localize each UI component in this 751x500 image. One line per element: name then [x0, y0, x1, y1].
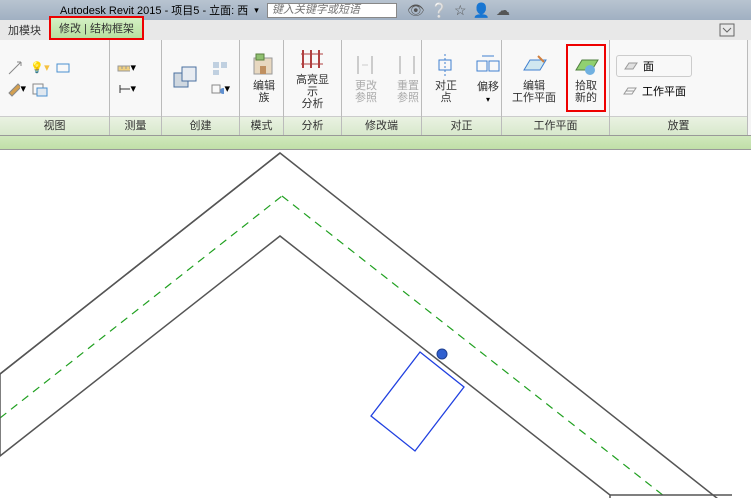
change-param-label: 更改 参照	[355, 80, 377, 104]
panel-label-view: 视图	[0, 116, 109, 135]
panel-label-mode: 模式	[240, 116, 283, 135]
reset-param-button: 重置 参照	[390, 50, 426, 106]
drawing-canvas[interactable]	[0, 150, 751, 498]
help-icons: 👁 ❔ ☆ 👤 ☁	[407, 2, 510, 19]
create-similar-icon[interactable]: ▾	[210, 80, 230, 98]
panel-label-place: 放置	[610, 116, 747, 135]
offset-button[interactable]: 偏移 ▾	[470, 51, 506, 106]
tab-add-module[interactable]: 加模块	[0, 20, 49, 40]
panel-label-measure: 测量	[110, 116, 161, 135]
edit-workplane-icon	[520, 52, 548, 78]
edit-family-icon	[250, 52, 278, 78]
align-point-label: 对正 点	[435, 80, 457, 104]
offset-icon	[474, 53, 502, 79]
panel-label-analyze: 分析	[284, 116, 341, 135]
offset-label: 偏移	[477, 81, 499, 93]
panel-label-create: 创建	[162, 116, 239, 135]
workplane-place-button[interactable]: 工作平面	[616, 81, 692, 101]
panel-place: 面 工作平面 放置	[610, 40, 748, 135]
panel-create: ▾ 创建	[162, 40, 240, 135]
workplane-place-icon	[622, 84, 638, 98]
panel-mode: 编辑 族 模式	[240, 40, 284, 135]
face-icon	[623, 59, 639, 73]
lightbulb-icon[interactable]: 💡▾	[30, 59, 50, 77]
highlight-analyze-button[interactable]: 高亮显示 分析	[290, 44, 335, 112]
face-label: 面	[643, 58, 654, 74]
change-param-button: 更改 参照	[348, 50, 384, 106]
highlight-analyze-label: 高亮显示 分析	[294, 74, 331, 110]
filter-icon[interactable]	[30, 80, 50, 98]
face-button[interactable]: 面	[616, 55, 692, 77]
pick-new-icon	[572, 52, 600, 78]
align-point-icon	[432, 52, 460, 78]
panel-align: 对正 点 偏移 ▾ 对正	[422, 40, 502, 135]
panel-label-modify-end: 修改端	[342, 116, 421, 135]
favorite-icon[interactable]: ☆	[454, 2, 467, 19]
panel-analyze: 高亮显示 分析 分析	[284, 40, 342, 135]
panel-label-align: 对正	[422, 116, 501, 135]
edit-workplane-label: 编辑 工作平面	[512, 80, 556, 104]
panel-modify-end: 更改 参照 重置 参照 修改端	[342, 40, 422, 135]
measure-ruler-icon[interactable]: ▾	[116, 59, 136, 77]
panel-workplane: 编辑 工作平面 拾取 新的 工作平面	[502, 40, 610, 135]
highlight-analyze-icon	[299, 46, 327, 72]
reset-param-label: 重置 参照	[397, 80, 419, 104]
modify-icon[interactable]	[6, 59, 26, 77]
user-icon[interactable]: 👤	[473, 2, 490, 19]
create-group-icon[interactable]	[210, 59, 230, 77]
tab-bar: 加模块 修改 | 结构框架	[0, 20, 751, 40]
paint-icon[interactable]: ▾	[6, 80, 26, 98]
title-dropdown-icon[interactable]: ▾	[254, 5, 259, 16]
cut-icon[interactable]	[54, 59, 74, 77]
drawing-svg	[0, 150, 751, 498]
change-param-icon	[352, 52, 380, 78]
reset-param-icon	[394, 52, 422, 78]
edit-workplane-button[interactable]: 编辑 工作平面	[508, 50, 560, 106]
dimension-icon[interactable]: ▾	[116, 80, 136, 98]
panel-measure: ▾ ▾ 测量	[110, 40, 162, 135]
create-component-button[interactable]	[168, 63, 204, 93]
help-icon[interactable]: ❔	[431, 2, 448, 19]
workplane-place-label: 工作平面	[642, 83, 686, 99]
panel-label-workplane: 工作平面	[502, 116, 609, 135]
cloud-icon[interactable]: ☁	[496, 2, 510, 19]
panel-view: 💡▾ ▾ 视图	[0, 40, 110, 135]
edit-family-button[interactable]: 编辑 族	[246, 50, 282, 106]
ribbon: 💡▾ ▾ 视图 ▾ ▾ 测量	[0, 40, 751, 136]
binoculars-icon[interactable]: 👁	[407, 2, 425, 19]
search-input[interactable]	[267, 3, 397, 18]
pick-new-label: 拾取 新的	[575, 80, 597, 104]
edit-family-label: 编辑 族	[253, 80, 275, 104]
ribbon-expand-button[interactable]	[713, 23, 741, 40]
pick-new-button[interactable]: 拾取 新的	[568, 50, 604, 106]
tab-modify-structural-frame[interactable]: 修改 | 结构框架	[49, 16, 144, 40]
sub-ribbon-bar	[0, 136, 751, 150]
align-point-button[interactable]: 对正 点	[428, 50, 464, 106]
